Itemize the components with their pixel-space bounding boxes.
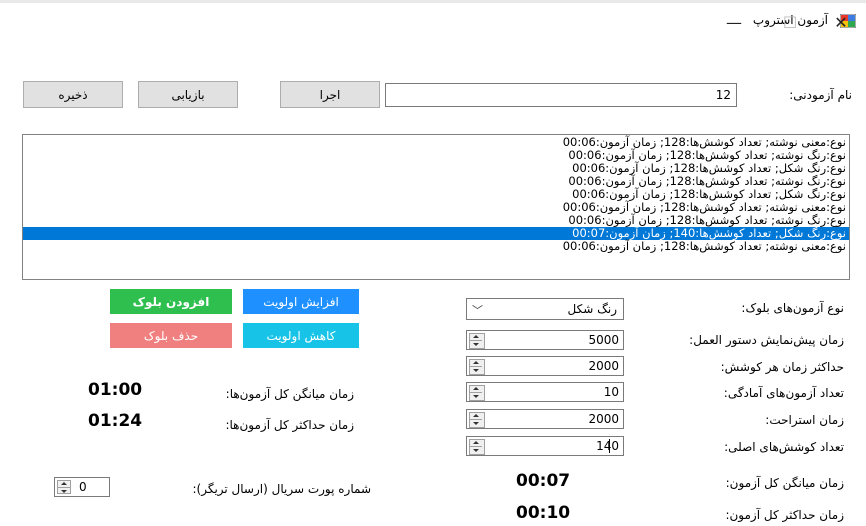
subject-name-value: 12 xyxy=(715,88,731,102)
spin-arrows-icon[interactable] xyxy=(57,480,71,494)
max-all-tests-label: زمان حداکثر کل آزمون‌ها: xyxy=(225,418,354,432)
close-button[interactable]: ✕ xyxy=(818,6,864,38)
delete-block-button[interactable]: حذف بلوک xyxy=(110,323,232,348)
max-trial-time-stepper[interactable]: 2000 xyxy=(466,356,624,376)
minimize-icon: — xyxy=(726,12,742,32)
load-button[interactable]: بازیابی xyxy=(138,81,238,108)
max-all-tests-value: 01:24 xyxy=(88,411,143,431)
run-button-label: اجرا xyxy=(319,87,341,102)
spin-arrows-icon[interactable] xyxy=(469,359,485,375)
avg-all-tests-value: 01:00 xyxy=(88,380,143,400)
block-type-value: رنگ شکل xyxy=(567,302,617,316)
main-trials-label: تعداد کوشش‌های اصلی: xyxy=(724,440,844,454)
delete-block-label: حذف بلوک xyxy=(143,328,199,343)
serial-port-value: 0 xyxy=(79,480,87,494)
block-list[interactable]: نوع:معنی نوشته; تعداد کوشش‌ها:128; زمان … xyxy=(22,134,850,280)
main-trials-stepper[interactable]: 140 xyxy=(466,436,624,456)
block-type-label: نوع آزمون‌های بلوک: xyxy=(741,301,844,315)
spin-arrows-icon[interactable] xyxy=(469,385,485,401)
max-trial-time-value: 2000 xyxy=(588,359,619,373)
avg-test-time-label: زمان میانگن کل آزمون: xyxy=(725,476,844,490)
increase-priority-label: افزایش اولویت xyxy=(263,294,339,309)
increase-priority-button[interactable]: افزایش اولویت xyxy=(243,289,359,314)
rest-time-value: 2000 xyxy=(588,412,619,426)
practice-count-value: 10 xyxy=(603,385,619,399)
practice-count-label: تعداد آزمون‌های آمادگی: xyxy=(723,386,844,400)
save-button[interactable]: ذخیره xyxy=(23,81,123,108)
serial-port-label: شماره پورت سریال (ارسال تریگر): xyxy=(192,482,371,496)
add-block-label: افزودن بلوک xyxy=(132,294,210,309)
load-button-label: بازیابی xyxy=(171,87,205,102)
list-item[interactable]: نوع:معنی نوشته; تعداد کوشش‌ها:128; زمان … xyxy=(23,240,849,253)
max-test-time-label: زمان حداکثر کل آزمون: xyxy=(725,508,844,522)
rest-time-label: زمان استراحت: xyxy=(765,413,844,427)
avg-test-time-value: 00:07 xyxy=(516,471,571,491)
practice-count-stepper[interactable]: 10 xyxy=(466,382,624,402)
spin-arrows-icon[interactable] xyxy=(469,412,485,428)
preview-time-value: 5000 xyxy=(588,333,619,347)
add-block-button[interactable]: افزودن بلوک xyxy=(110,289,232,314)
save-button-label: ذخیره xyxy=(58,87,88,102)
subject-name-input[interactable]: 12 xyxy=(385,83,737,107)
serial-port-stepper[interactable]: 0 xyxy=(54,477,110,497)
max-trial-time-label: حداکثر زمان هر کوشش: xyxy=(720,360,844,374)
maximize-icon: ☐ xyxy=(782,12,798,32)
close-icon: ✕ xyxy=(834,12,848,32)
block-type-select[interactable]: ﹀ رنگ شکل xyxy=(466,298,624,320)
preview-time-stepper[interactable]: 5000 xyxy=(466,330,624,350)
maximize-button[interactable]: ☐ xyxy=(767,6,813,38)
main-trials-value: 140 xyxy=(596,439,619,453)
run-button[interactable]: اجرا xyxy=(280,81,380,108)
spin-arrows-icon[interactable] xyxy=(469,333,485,349)
avg-all-tests-label: زمان میانگن کل آزمون‌ها: xyxy=(225,387,354,401)
max-test-time-value: 00:10 xyxy=(516,503,571,523)
decrease-priority-button[interactable]: کاهش اولویت xyxy=(243,323,359,348)
subject-name-label: نام آزمودنی: xyxy=(789,88,852,102)
chevron-down-icon: ﹀ xyxy=(472,304,483,317)
spin-arrows-icon[interactable] xyxy=(469,439,485,455)
title-bar: آزمون استروپ — ☐ ✕ xyxy=(0,3,866,38)
rest-time-stepper[interactable]: 2000 xyxy=(466,409,624,429)
minimize-button[interactable]: — xyxy=(711,6,757,38)
preview-time-label: زمان پیش‌نمایش دستور العمل: xyxy=(689,333,844,347)
decrease-priority-label: کاهش اولویت xyxy=(266,328,336,343)
